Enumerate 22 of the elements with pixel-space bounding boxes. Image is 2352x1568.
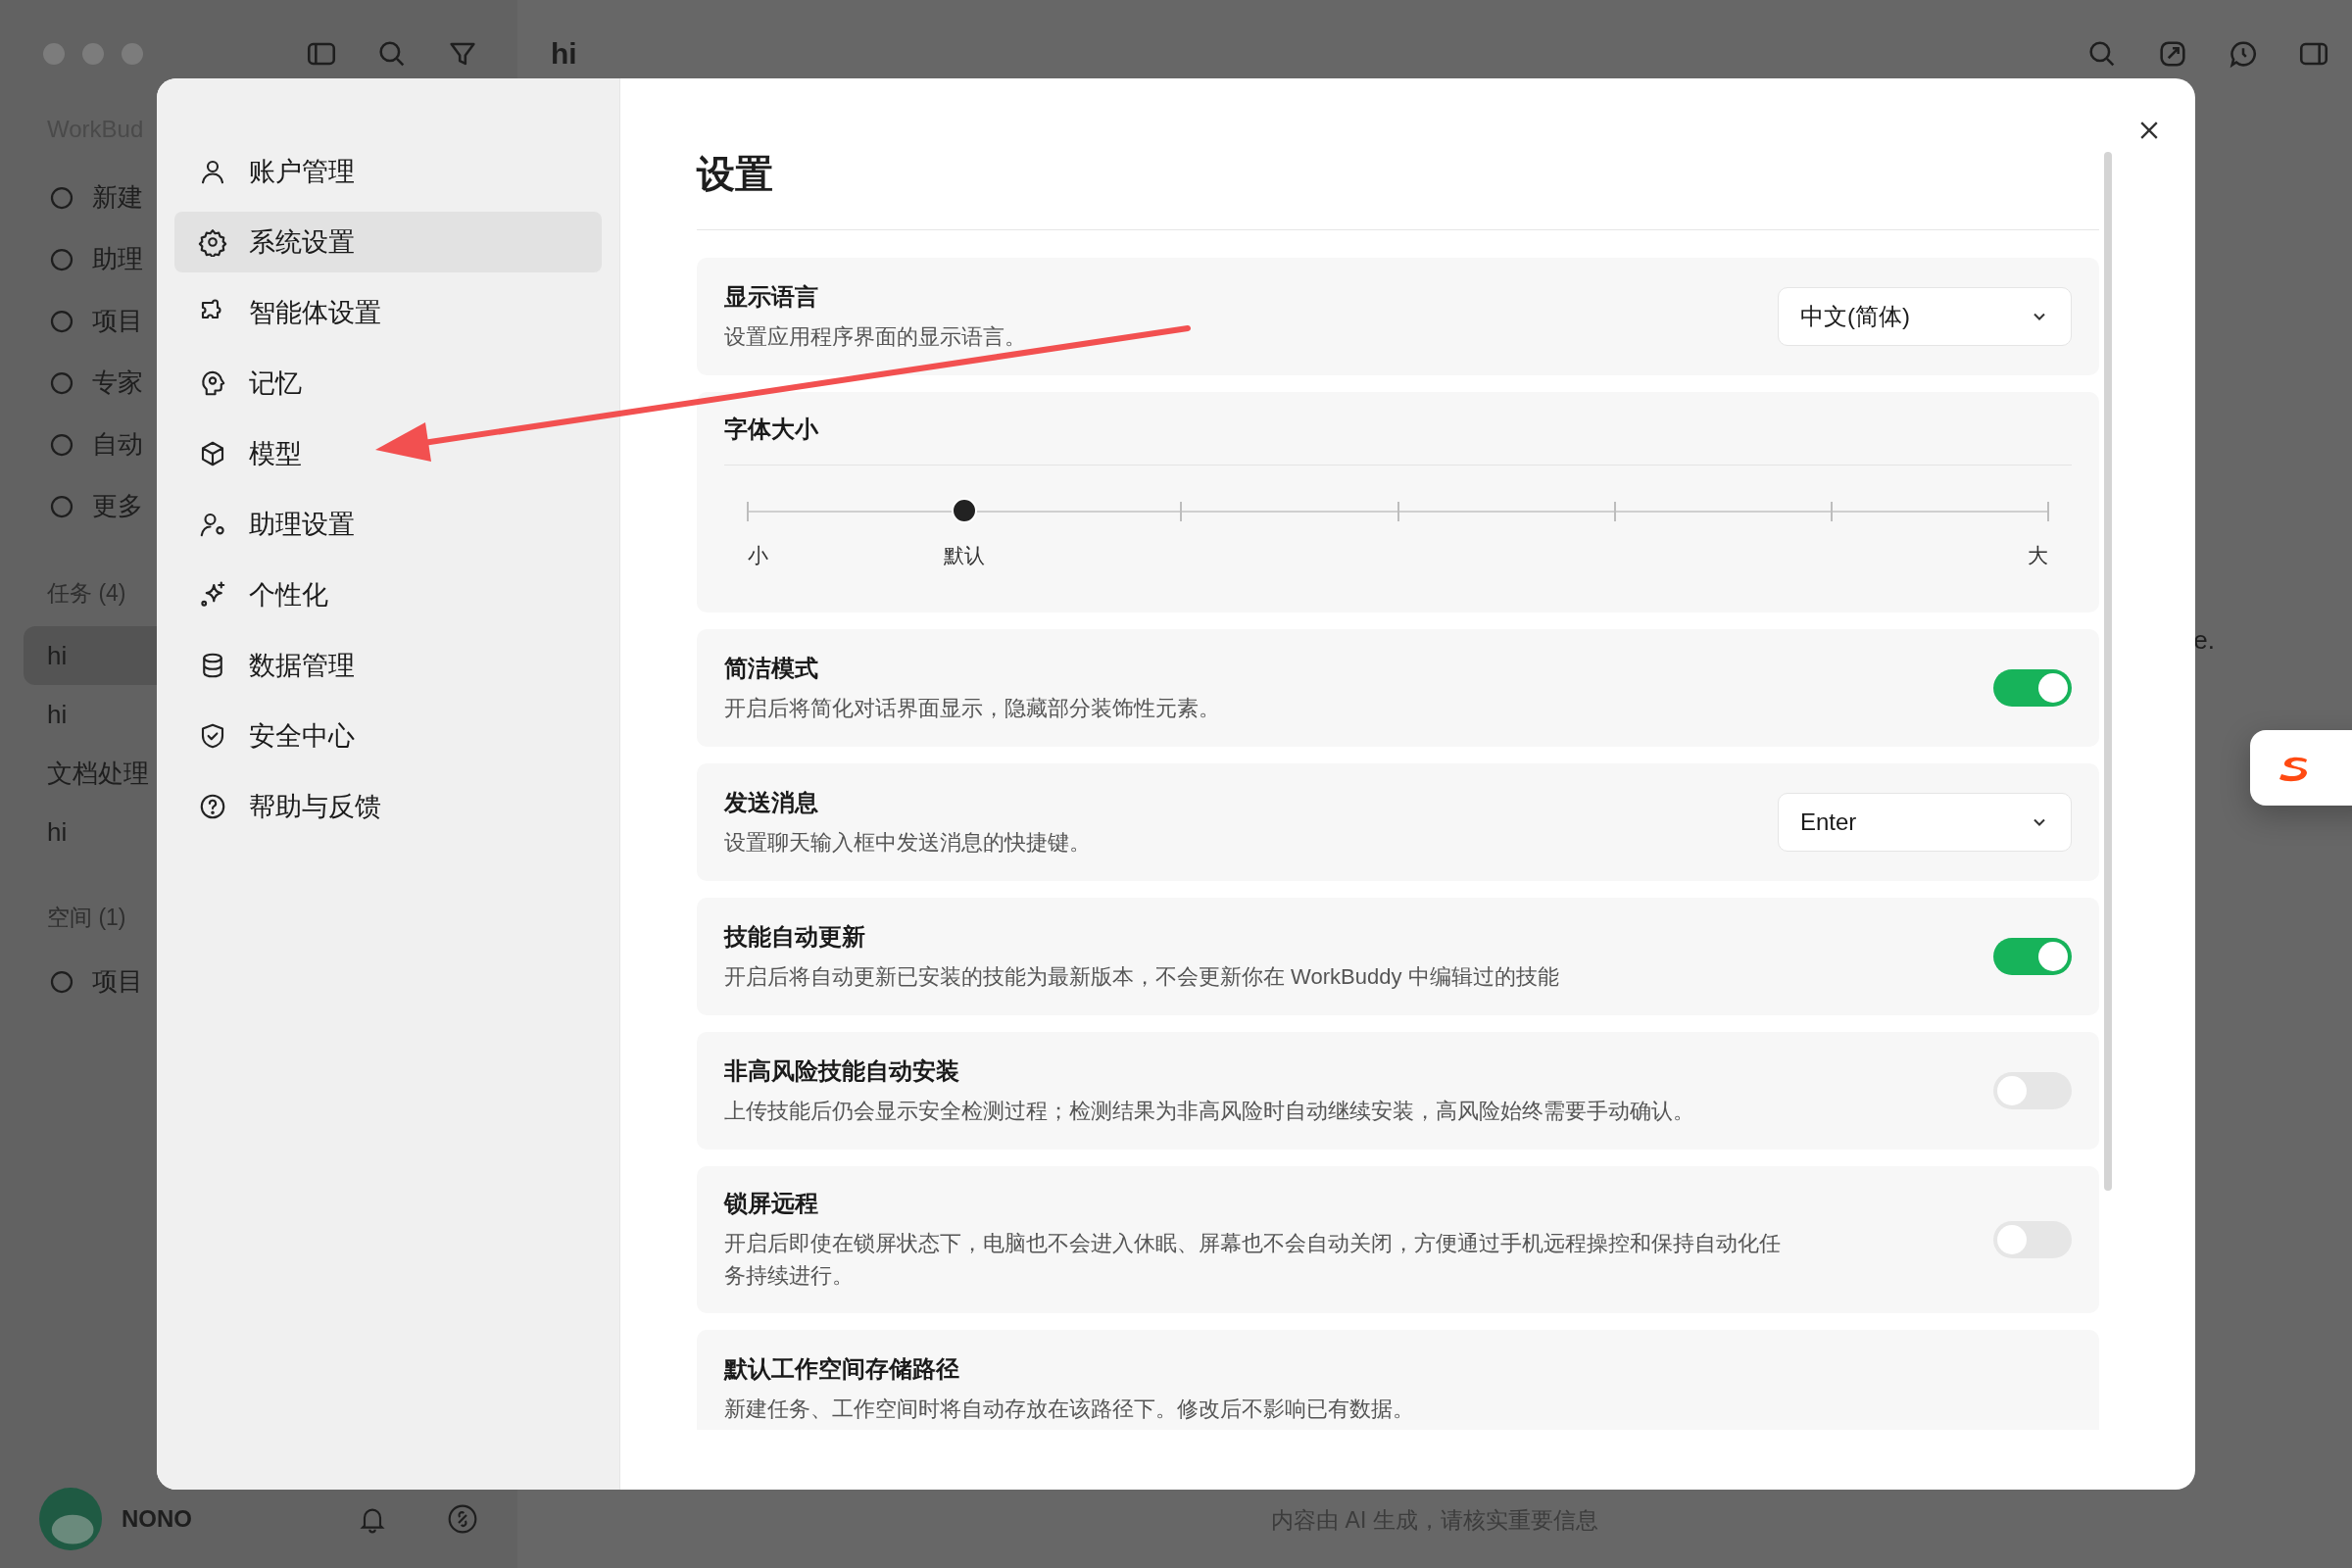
slider-label: 小 xyxy=(748,543,768,568)
setting-description: 开启后将自动更新已安装的技能为最新版本，不会更新你在 WorkBuddy 中编辑过的技能 xyxy=(724,962,1560,991)
setting-description: 开启后即使在锁屏状态下，电脑也不会进入休眠、屏幕也不会自动关闭，方便通过手机远程操控和保持自动化任务持续进行。 xyxy=(724,1230,1782,1290)
setting-title: 显示语言 xyxy=(724,281,819,312)
setting-description: 新建任务、工作空间时将自动存放在该路径下。修改后不影响已有数据。 xyxy=(724,1395,1415,1423)
setting-description: 上传技能后仍会显示安全检测过程；检测结果为非高风险时自动继续安装，高风险始终需要手动确认。 xyxy=(724,1097,1695,1125)
chat-title: hi xyxy=(551,37,577,71)
message-text: e. xyxy=(2193,625,2215,656)
setting-description: 设置聊天输入框中发送消息的快捷键。 xyxy=(724,828,1092,857)
setting-title: 技能自动更新 xyxy=(724,921,866,952)
slider-label: 默认 xyxy=(944,543,986,568)
slider-label: 大 xyxy=(2028,543,2048,568)
setting-title: 字体大小 xyxy=(724,415,819,444)
setting-title: 发送消息 xyxy=(724,787,819,817)
setting-description: 开启后将简化对话界面显示，隐藏部分装饰性元素。 xyxy=(724,694,1221,722)
setting-title: 锁屏远程 xyxy=(724,1189,819,1218)
setting-title: 非高风险技能自动安装 xyxy=(724,1055,960,1086)
setting-title: 默认工作空间存储路径 xyxy=(724,1353,960,1384)
setting-title: 简洁模式 xyxy=(724,653,819,683)
user-name: NONO xyxy=(122,1505,192,1533)
dialog-title: 设置 xyxy=(697,149,2099,230)
setting-description: 设置应用程序界面的显示语言。 xyxy=(724,322,1027,351)
